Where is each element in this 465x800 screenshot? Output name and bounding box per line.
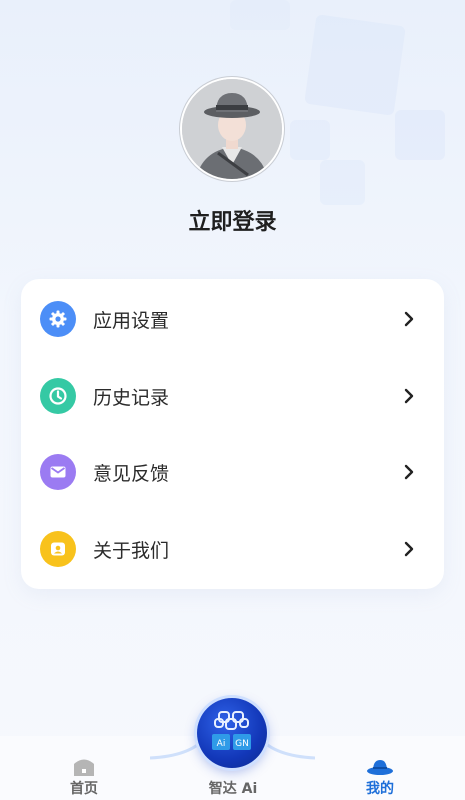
menu-item-settings[interactable]: 应用设置 — [21, 281, 444, 357]
menu-item-label: 关于我们 — [93, 539, 170, 562]
avatar[interactable] — [180, 77, 284, 181]
hat-icon — [367, 760, 393, 775]
ai-center-button[interactable]: Ai GN — [197, 698, 267, 768]
background-decoration — [230, 0, 290, 30]
person-card-icon — [40, 531, 76, 567]
tab-home[interactable]: 首页 — [44, 736, 124, 800]
mail-icon — [40, 454, 76, 490]
tab-mine[interactable]: 我的 — [340, 736, 420, 800]
tab-home-label: 首页 — [70, 781, 98, 797]
svg-text:Ai: Ai — [217, 739, 226, 749]
menu-item-history[interactable]: 历史记录 — [21, 358, 444, 434]
menu-item-label: 历史记录 — [93, 386, 170, 409]
chevron-right-icon — [400, 540, 418, 558]
menu-item-about[interactable]: 关于我们 — [21, 511, 444, 587]
menu-card: 应用设置 历史记录 意见反馈 关于我们 — [21, 279, 444, 589]
clock-icon — [40, 378, 76, 414]
ai-logo-icon: Ai GN — [212, 711, 251, 750]
background-decoration — [320, 160, 365, 205]
svg-text:GN: GN — [235, 739, 249, 749]
avatar-image — [182, 79, 282, 179]
chevron-right-icon — [400, 463, 418, 481]
gear-icon — [40, 301, 76, 337]
background-decoration — [304, 14, 406, 116]
menu-item-label: 应用设置 — [93, 309, 170, 332]
menu-item-label: 意见反馈 — [93, 462, 170, 485]
background-decoration — [290, 120, 330, 160]
background-decoration — [395, 110, 445, 160]
chevron-right-icon — [400, 387, 418, 405]
chevron-right-icon — [400, 310, 418, 328]
tab-ai-label: 智达 Ai — [208, 781, 258, 797]
home-icon — [74, 759, 94, 776]
tab-mine-label: 我的 — [366, 781, 394, 797]
menu-item-feedback[interactable]: 意见反馈 — [21, 434, 444, 510]
login-button[interactable]: 立即登录 — [0, 204, 465, 236]
